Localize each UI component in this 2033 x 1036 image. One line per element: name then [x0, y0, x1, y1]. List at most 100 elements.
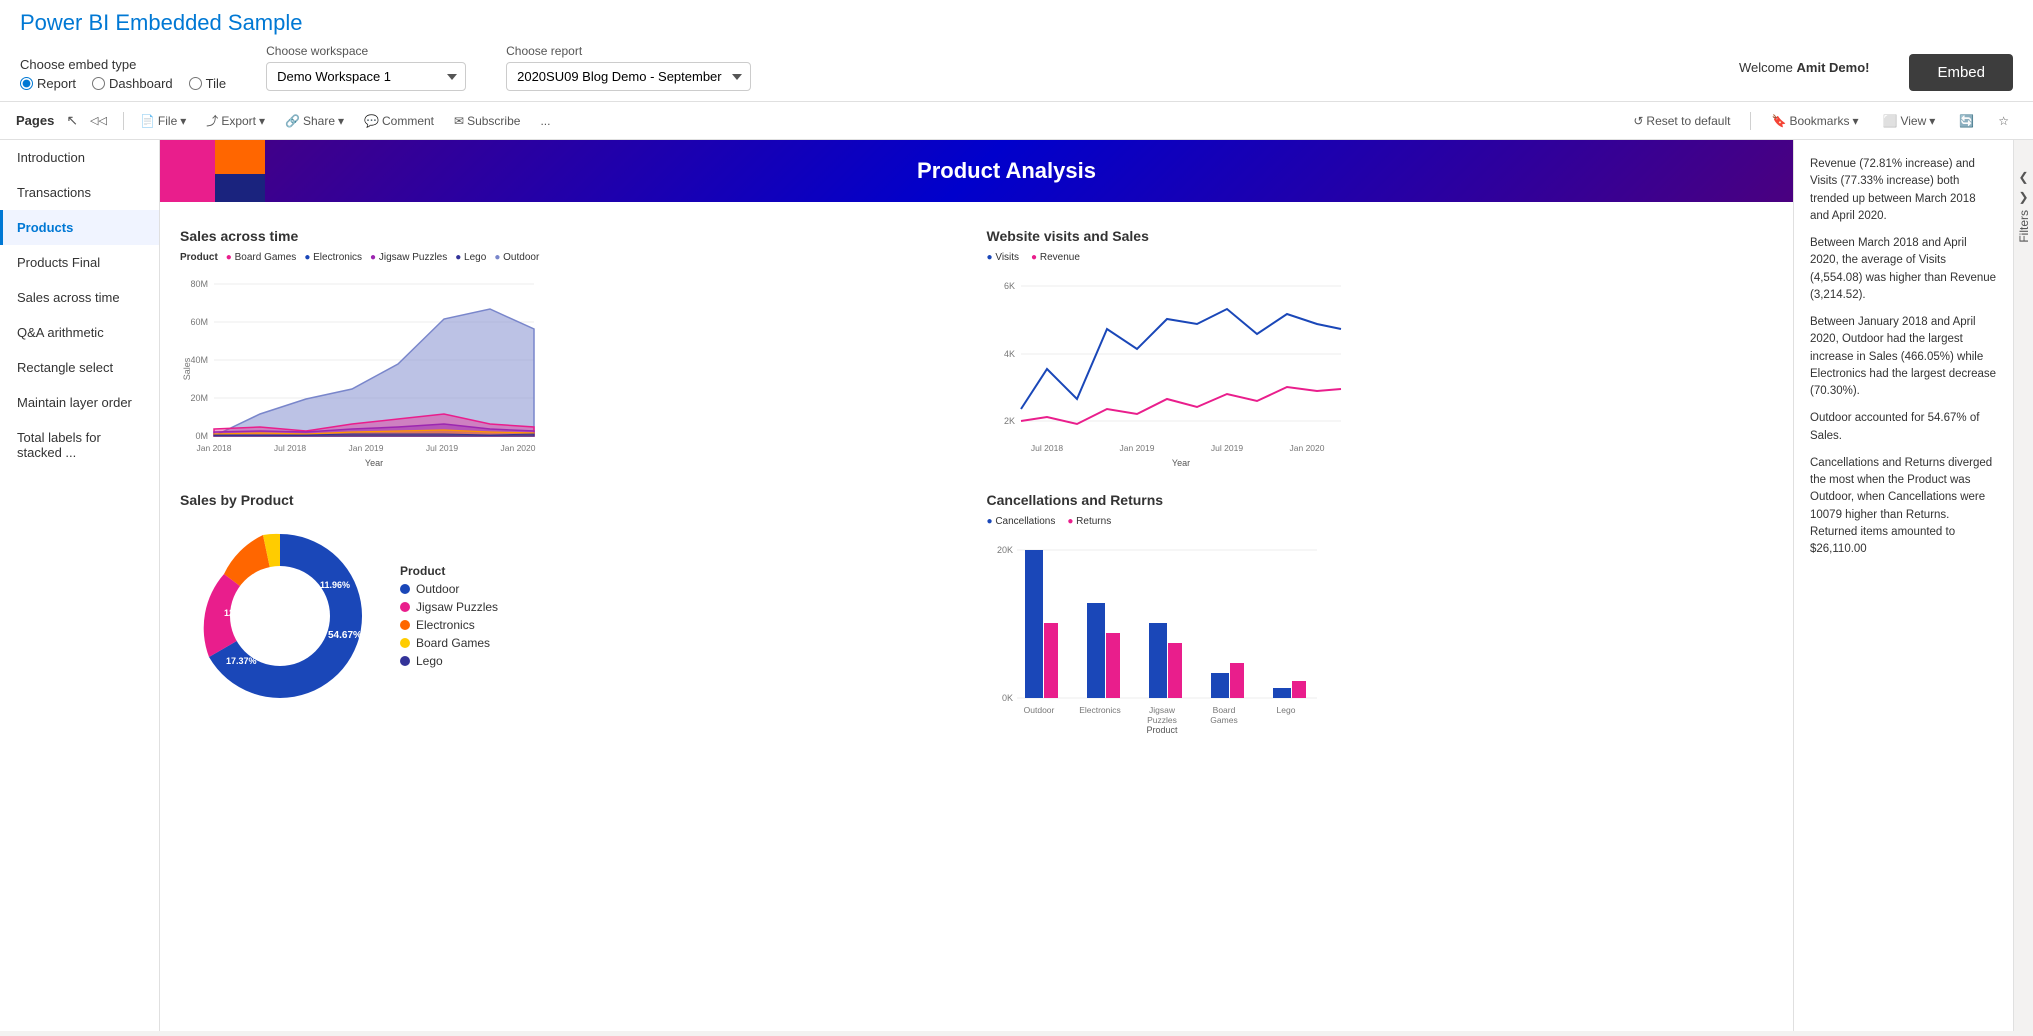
report-label: Choose report: [506, 44, 751, 58]
visits-line-chart: 6K 4K 2K Jul 2018 Jan 2019 Jul 2019 J: [987, 269, 1347, 469]
sales-across-time-title: Sales across time: [180, 228, 967, 244]
svg-text:54.67%: 54.67%: [328, 630, 362, 641]
collapse-btn[interactable]: ◁◁: [82, 110, 115, 131]
file-btn[interactable]: 📄 File ▾: [132, 110, 194, 132]
sidebar-item-total-labels[interactable]: Total labels for stacked ...: [0, 420, 159, 470]
embed-type-radio-group: Report Dashboard Tile: [20, 76, 226, 91]
sales-area-chart: 80M 60M 40M 20M 0M Sales: [180, 269, 540, 469]
sidebar-item-maintain-layer[interactable]: Maintain layer order: [0, 385, 159, 420]
bar-lego-return: [1292, 681, 1306, 698]
legend-product-label: Product: [180, 252, 218, 263]
legend-item-lego: Lego: [400, 654, 498, 668]
svg-text:17.37%: 17.37%: [226, 656, 257, 666]
share-btn[interactable]: 🔗 Share ▾: [277, 110, 352, 132]
svg-text:4K: 4K: [1003, 349, 1014, 359]
sidebar-item-products-final[interactable]: Products Final: [0, 245, 159, 280]
sidebar-item-introduction[interactable]: Introduction: [0, 140, 159, 175]
bar-jigsaw-cancel: [1149, 623, 1167, 698]
svg-text:Jul 2019: Jul 2019: [426, 443, 458, 453]
cancellations-title: Cancellations and Returns: [987, 492, 1774, 508]
bar-outdoor-cancel: [1025, 550, 1043, 698]
electronics-dot: [400, 620, 410, 630]
embed-button[interactable]: Embed: [1909, 54, 2013, 91]
subscribe-btn[interactable]: ✉ Subscribe: [446, 110, 528, 132]
website-visits-section: Website visits and Sales ● Visits ● Reve…: [977, 218, 1784, 482]
bar-jigsaw-return: [1168, 643, 1182, 698]
donut-container: 11.96% 54.67% 17.37% 12.98% Product: [180, 516, 967, 719]
sidebar-item-products[interactable]: Products: [0, 210, 159, 245]
svg-text:Puzzles: Puzzles: [1147, 715, 1177, 725]
svg-text:Jigsaw: Jigsaw: [1149, 705, 1176, 715]
bookmarks-btn[interactable]: 🔖 Bookmarks ▾: [1763, 110, 1866, 132]
bar-electronics-cancel: [1087, 603, 1105, 698]
view-btn[interactable]: ⬜ View ▾: [1875, 110, 1944, 132]
sidebar-item-sales-across-time[interactable]: Sales across time: [0, 280, 159, 315]
bar-lego-cancel: [1273, 688, 1291, 698]
svg-text:Jan 2019: Jan 2019: [1119, 443, 1154, 453]
top-header: Power BI Embedded Sample Choose embed ty…: [0, 0, 2033, 102]
legend-item-outdoor: Outdoor: [400, 582, 498, 596]
legend-jigsaw: ● Jigsaw Puzzles: [370, 252, 447, 263]
report-select[interactable]: 2020SU09 Blog Demo - September: [506, 62, 751, 91]
radio-dashboard[interactable]: Dashboard: [92, 76, 173, 91]
svg-text:Jul 2018: Jul 2018: [274, 443, 306, 453]
subscribe-icon: ✉: [454, 114, 464, 128]
legend-returns: ● Returns: [1067, 516, 1111, 527]
revenue-line: [1021, 387, 1341, 424]
lego-dot: [400, 656, 410, 666]
cancellations-section: Cancellations and Returns ● Cancellation…: [977, 482, 1784, 746]
outdoor-dot: [400, 584, 410, 594]
bar-outdoor-return: [1044, 623, 1058, 698]
reset-btn[interactable]: ↺ Reset to default: [1625, 110, 1738, 132]
chevron-down-icon[interactable]: ❯: [2018, 190, 2028, 204]
refresh-btn[interactable]: 🔄: [1951, 110, 1982, 132]
share-icon: 🔗: [285, 114, 300, 128]
toolbar-right: ↺ Reset to default 🔖 Bookmarks ▾ ⬜ View …: [1625, 110, 2017, 132]
radio-report-input[interactable]: [20, 77, 33, 90]
svg-text:20K: 20K: [996, 545, 1012, 555]
sales-legend: Product ● Board Games ● Electronics ● Ji…: [180, 252, 967, 263]
insight-3: Between January 2018 and April 2020, Out…: [1810, 314, 1997, 400]
star-btn[interactable]: ☆: [1990, 110, 2017, 132]
svg-text:Jan 2019: Jan 2019: [349, 443, 384, 453]
file-icon: 📄: [140, 114, 155, 128]
reset-icon: ↺: [1633, 114, 1643, 128]
visits-line: [1021, 309, 1341, 409]
more-btn[interactable]: ...: [532, 110, 558, 132]
report-canvas: Product Analysis Sales across time Produ…: [160, 140, 1793, 1031]
embed-type-group: Choose embed type Report Dashboard Tile: [20, 57, 226, 91]
comment-icon: 💬: [364, 114, 379, 128]
svg-text:Jan 2020: Jan 2020: [501, 443, 536, 453]
website-visits-title: Website visits and Sales: [987, 228, 1774, 244]
svg-text:12.98%: 12.98%: [224, 608, 255, 618]
svg-text:Outdoor: Outdoor: [1023, 705, 1054, 715]
chevron-left-icon[interactable]: ❮: [2018, 170, 2028, 184]
cancellations-legend: ● Cancellations ● Returns: [987, 516, 1774, 527]
export-btn[interactable]: ⤴ Export ▾: [198, 108, 273, 133]
sidebar-item-qa[interactable]: Q&A arithmetic: [0, 315, 159, 350]
sales-across-time-section: Sales across time Product ● Board Games …: [170, 218, 977, 482]
legend-item-electronics: Electronics: [400, 618, 498, 632]
radio-dashboard-input[interactable]: [92, 77, 105, 90]
workspace-select[interactable]: Demo Workspace 1: [266, 62, 466, 91]
donut-legend: Product Outdoor Jigsaw Puzzles: [400, 564, 498, 672]
donut-chart: 11.96% 54.67% 17.37% 12.98%: [180, 516, 380, 716]
main-layout: Introduction Transactions Products Produ…: [0, 140, 2033, 1031]
sep-1: [123, 112, 124, 130]
comment-btn[interactable]: 💬 Comment: [356, 110, 442, 132]
radio-report[interactable]: Report: [20, 76, 76, 91]
sidebar-item-rectangle[interactable]: Rectangle select: [0, 350, 159, 385]
radio-tile[interactable]: Tile: [189, 76, 226, 91]
filters-panel: ❮ ❯ Filters: [2013, 140, 2033, 1031]
workspace-label: Choose workspace: [266, 44, 466, 58]
sidebar-item-transactions[interactable]: Transactions: [0, 175, 159, 210]
radio-tile-input[interactable]: [189, 77, 202, 90]
welcome-text: Welcome Amit Demo!: [1739, 60, 1870, 75]
svg-text:Jan 2020: Jan 2020: [1289, 443, 1324, 453]
report-group: Choose report 2020SU09 Blog Demo - Septe…: [506, 44, 751, 91]
filters-label[interactable]: Filters: [2017, 210, 2031, 243]
svg-text:Games: Games: [1210, 715, 1237, 725]
svg-text:Board: Board: [1212, 705, 1235, 715]
sep-2: [1750, 112, 1751, 130]
charts-grid: Sales across time Product ● Board Games …: [160, 218, 1793, 756]
